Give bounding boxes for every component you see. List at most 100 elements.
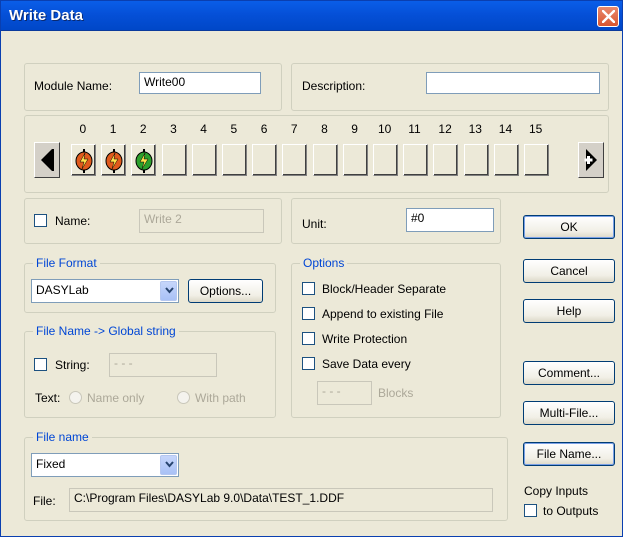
channel-slot[interactable] bbox=[373, 144, 398, 176]
window-title: Write Data bbox=[9, 7, 83, 24]
append-checkbox[interactable] bbox=[302, 307, 315, 320]
save-data-every-label: Save Data every bbox=[322, 357, 411, 371]
write-protection-checkbox[interactable] bbox=[302, 332, 315, 345]
channel-slot[interactable] bbox=[161, 144, 187, 176]
channel-number: 5 bbox=[230, 122, 238, 136]
channel-number: 11 bbox=[408, 122, 421, 136]
name-input[interactable]: Write 2 bbox=[139, 209, 264, 233]
append-label: Append to existing File bbox=[322, 307, 444, 321]
write-protection-label: Write Protection bbox=[322, 332, 408, 346]
file-format-group: File Format DASYLab Options... bbox=[24, 256, 276, 313]
options-legend: Options bbox=[300, 256, 348, 270]
module-name-group: Module Name: Write00 bbox=[24, 63, 282, 111]
channel-number: 1 bbox=[109, 122, 117, 136]
channel-slot[interactable] bbox=[282, 144, 308, 176]
unit-group: Unit: #0 bbox=[291, 198, 501, 244]
channel-number: 13 bbox=[468, 122, 482, 136]
file-path-field[interactable]: C:\Program Files\DASYLab 9.0\Data\TEST_1… bbox=[69, 488, 493, 512]
string-input[interactable]: - - - bbox=[109, 353, 217, 377]
channel-slot[interactable] bbox=[131, 144, 157, 176]
description-input[interactable] bbox=[426, 72, 600, 94]
description-group: Description: bbox=[291, 63, 609, 111]
channel-slot[interactable] bbox=[493, 144, 519, 176]
chevron-down-icon bbox=[165, 287, 174, 294]
channel-number: 8 bbox=[321, 122, 328, 136]
format-options-button[interactable]: Options... bbox=[188, 279, 263, 303]
channel-slot[interactable] bbox=[433, 144, 459, 176]
multi-file-button[interactable]: Multi-File... bbox=[523, 401, 615, 425]
module-name-label: Module Name: bbox=[34, 79, 113, 93]
name-group: Name: Write 2 bbox=[24, 198, 282, 244]
name-checkbox[interactable] bbox=[34, 214, 47, 227]
channel-number: 7 bbox=[290, 122, 298, 136]
write-data-dialog: Write Data Module Name: Write00 Descript… bbox=[0, 0, 623, 537]
channel-slot[interactable] bbox=[463, 144, 489, 176]
cancel-button[interactable]: Cancel bbox=[523, 259, 615, 283]
channel-connector-icon bbox=[105, 149, 123, 173]
module-name-input[interactable]: Write00 bbox=[139, 72, 261, 94]
close-icon bbox=[602, 10, 615, 23]
global-string-group: File Name -> Global string String: - - -… bbox=[24, 324, 276, 418]
channel-number: 14 bbox=[498, 122, 513, 136]
channel-slot[interactable] bbox=[191, 144, 217, 176]
string-checkbox[interactable] bbox=[34, 358, 47, 371]
file-name-mode-value: Fixed bbox=[36, 457, 66, 471]
file-format-dropdown-arrow[interactable] bbox=[160, 281, 177, 301]
chevron-down-icon bbox=[165, 461, 174, 468]
channel-number: 3 bbox=[170, 122, 177, 136]
block-header-checkbox[interactable] bbox=[302, 282, 315, 295]
channels-group: 0 1 2 3 4 5 6 7 8 9 10 11 12 13 14 15 bbox=[24, 115, 609, 193]
file-format-select[interactable]: DASYLab bbox=[31, 279, 179, 303]
arrow-left-icon bbox=[41, 149, 54, 171]
description-label: Description: bbox=[302, 79, 366, 93]
global-string-legend: File Name -> Global string bbox=[33, 324, 179, 338]
save-data-every-checkbox[interactable] bbox=[302, 357, 315, 370]
channel-connector-icon bbox=[75, 149, 93, 173]
copy-inputs-label: Copy Inputs bbox=[524, 484, 589, 498]
channel-slot[interactable] bbox=[222, 144, 247, 176]
file-name-legend: File name bbox=[33, 430, 92, 444]
comment-button[interactable]: Comment... bbox=[523, 361, 615, 385]
radio-name-only[interactable] bbox=[69, 391, 82, 404]
file-format-legend: File Format bbox=[33, 256, 100, 270]
channel-slot[interactable] bbox=[342, 144, 368, 176]
copy-inputs-checkbox[interactable] bbox=[524, 504, 537, 517]
channel-slot[interactable] bbox=[403, 144, 429, 176]
radio-name-only-label: Name only bbox=[87, 391, 145, 405]
channel-number: 2 bbox=[139, 122, 147, 136]
file-format-value: DASYLab bbox=[36, 283, 89, 297]
channel-number: 10 bbox=[378, 122, 392, 136]
arrow-right-add-icon bbox=[584, 149, 597, 171]
blocks-input[interactable]: - - - bbox=[317, 381, 372, 405]
scroll-right-button[interactable] bbox=[578, 142, 604, 178]
channel-slot[interactable] bbox=[312, 144, 338, 176]
unit-label: Unit: bbox=[302, 217, 327, 231]
channel-number: 15 bbox=[529, 122, 543, 136]
channel-slot[interactable] bbox=[71, 144, 96, 176]
file-name-mode-dropdown-arrow[interactable] bbox=[160, 455, 177, 475]
radio-with-path[interactable] bbox=[177, 391, 190, 404]
string-checkbox-label: String: bbox=[55, 358, 90, 372]
block-header-label: Block/Header Separate bbox=[322, 282, 447, 296]
ok-button[interactable]: OK bbox=[523, 215, 615, 239]
scroll-left-button[interactable] bbox=[34, 142, 60, 178]
channel-slot[interactable] bbox=[101, 144, 127, 176]
options-group: Options Block/Header Separate Append to … bbox=[291, 256, 501, 418]
file-name-mode-select[interactable]: Fixed bbox=[31, 453, 179, 477]
channel-number: 9 bbox=[351, 122, 358, 136]
text-label: Text: bbox=[35, 391, 61, 405]
file-name-button[interactable]: File Name... bbox=[523, 442, 615, 466]
name-checkbox-label: Name: bbox=[55, 214, 91, 228]
channel-connector-icon bbox=[135, 149, 153, 173]
help-button[interactable]: Help bbox=[523, 299, 615, 323]
title-bar[interactable]: Write Data bbox=[1, 1, 622, 31]
channel-number: 6 bbox=[260, 122, 268, 136]
unit-input[interactable]: #0 bbox=[406, 208, 494, 232]
blocks-label: Blocks bbox=[378, 386, 414, 400]
copy-inputs-label-2: to Outputs bbox=[543, 504, 599, 518]
close-button[interactable] bbox=[597, 6, 619, 27]
channel-slot[interactable] bbox=[252, 144, 278, 176]
channel-slot[interactable] bbox=[524, 144, 549, 176]
channel-number: 0 bbox=[79, 122, 87, 136]
file-path-label: File: bbox=[33, 494, 56, 508]
